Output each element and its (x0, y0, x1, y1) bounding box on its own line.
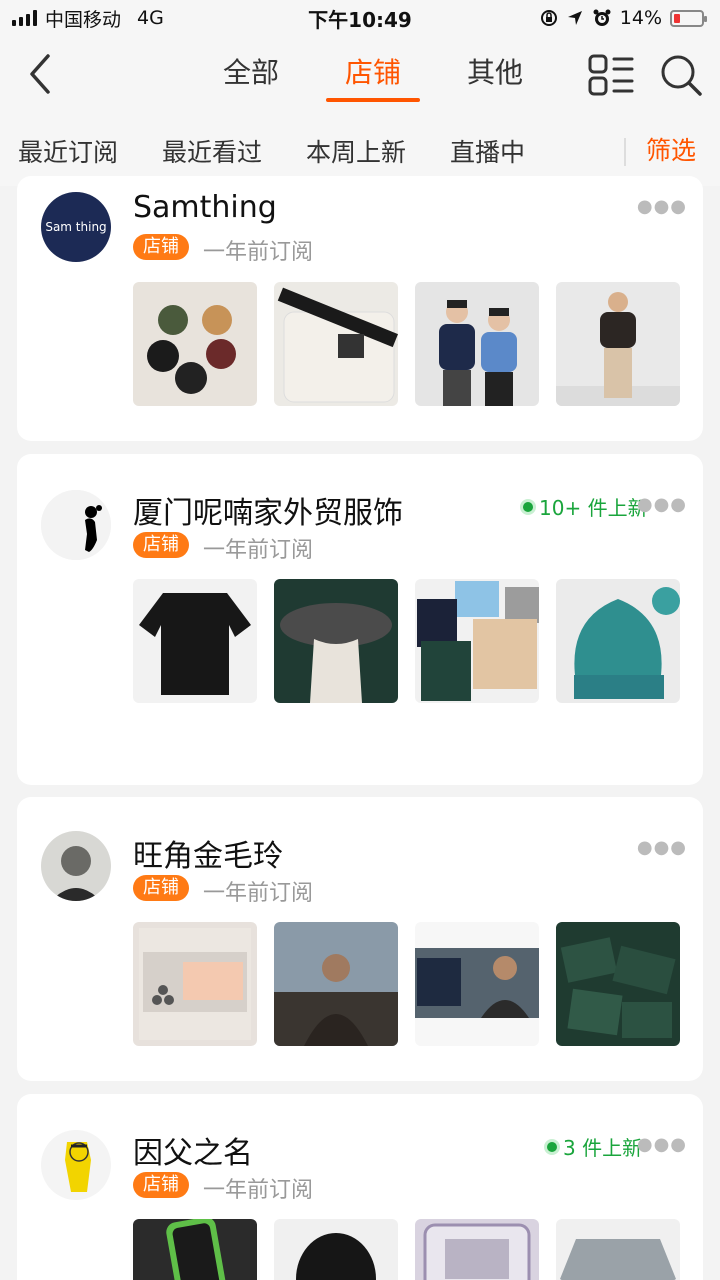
more-icon[interactable]: ●●● (637, 494, 687, 515)
product-thumbnail[interactable] (556, 1219, 680, 1280)
shop-card[interactable]: 旺角金毛玲 ●●● 店铺 一年前订阅 (17, 797, 703, 1081)
product-thumbnail[interactable] (556, 579, 680, 703)
back-icon[interactable] (22, 52, 62, 96)
tab-shops[interactable]: 店铺 (312, 36, 434, 116)
shop-name[interactable]: 因父之名 (133, 1128, 253, 1172)
battery-percent: 14% (619, 7, 662, 29)
subscribe-time: 一年前订阅 (203, 240, 314, 265)
top-nav: 全部 店铺 其他 (0, 36, 720, 116)
status-bar: 中国移动 4G 下午10:49 14% (0, 0, 720, 36)
shop-tag: 店铺 (133, 532, 189, 558)
shop-tag: 店铺 (133, 875, 189, 901)
product-thumbnail[interactable] (133, 579, 257, 703)
product-thumbnail[interactable] (415, 579, 539, 703)
filter-live[interactable]: 直播中 (450, 133, 525, 169)
more-icon[interactable]: ●●● (637, 837, 687, 858)
new-items-badge: 10+ 件上新 (523, 492, 648, 521)
new-items-badge: 3 件上新 (547, 1132, 642, 1161)
shop-name[interactable]: Samthing (133, 190, 277, 225)
new-items-count: 3 件上新 (563, 1136, 643, 1160)
avatar-logo-text: Sam thing (45, 220, 107, 234)
battery-icon (670, 9, 707, 27)
shop-avatar (41, 1130, 111, 1200)
shop-card[interactable]: 厦门呢喃家外贸服饰 10+ 件上新 ●●● 店铺 一年前订阅 (17, 454, 703, 785)
filter-recent-subscribed[interactable]: 最近订阅 (18, 133, 118, 169)
shop-avatar (41, 490, 111, 560)
shop-card[interactable]: Sam thing Samthing 店铺 一年前订阅 ●●● (17, 176, 703, 441)
subscribe-time: 一年前订阅 (203, 538, 314, 563)
orientation-lock-icon (540, 10, 557, 26)
product-thumbnails (133, 1219, 680, 1280)
shop-name[interactable]: 旺角金毛玲 (133, 831, 283, 875)
product-thumbnail[interactable] (274, 1219, 398, 1280)
search-icon[interactable] (658, 52, 704, 98)
product-thumbnail[interactable] (274, 579, 398, 703)
product-thumbnail[interactable] (415, 922, 539, 1046)
shop-card[interactable]: 因父之名 3 件上新 ●●● 店铺 一年前订阅 (17, 1094, 703, 1280)
shop-avatar: Sam thing (41, 192, 111, 262)
shop-tag: 店铺 (133, 1172, 189, 1198)
new-items-count: 10+ 件上新 (539, 496, 648, 520)
filter-new-this-week[interactable]: 本周上新 (306, 133, 406, 169)
more-icon[interactable]: ●●● (637, 196, 687, 217)
shop-tag: 店铺 (133, 234, 189, 260)
product-thumbnail[interactable] (556, 922, 680, 1046)
product-thumbnails (133, 579, 680, 703)
status-dot (523, 501, 533, 512)
subscribe-time: 一年前订阅 (203, 881, 314, 906)
layout-toggle-icon[interactable] (588, 54, 634, 96)
product-thumbnail[interactable] (556, 282, 680, 406)
alarm-icon (593, 9, 611, 26)
more-icon[interactable]: ●●● (637, 1134, 687, 1155)
subscribe-time: 一年前订阅 (203, 1178, 314, 1203)
product-thumbnail[interactable] (415, 1219, 539, 1280)
tab-other[interactable]: 其他 (434, 36, 556, 116)
product-thumbnails (133, 282, 680, 406)
product-thumbnail[interactable] (274, 282, 398, 406)
product-thumbnails (133, 922, 680, 1046)
product-thumbnail[interactable] (133, 1219, 257, 1280)
divider (624, 138, 626, 166)
tab-all[interactable]: 全部 (190, 36, 312, 116)
product-thumbnail[interactable] (415, 282, 539, 406)
status-dot (547, 1141, 557, 1152)
product-thumbnail[interactable] (133, 282, 257, 406)
shop-name[interactable]: 厦门呢喃家外贸服饰 (133, 488, 403, 532)
shop-avatar (41, 831, 111, 901)
tab-bar: 全部 店铺 其他 (190, 36, 556, 116)
product-thumbnail[interactable] (274, 922, 398, 1046)
location-icon (567, 11, 582, 25)
filter-recent-viewed[interactable]: 最近看过 (162, 133, 262, 169)
product-thumbnail[interactable] (133, 922, 257, 1046)
